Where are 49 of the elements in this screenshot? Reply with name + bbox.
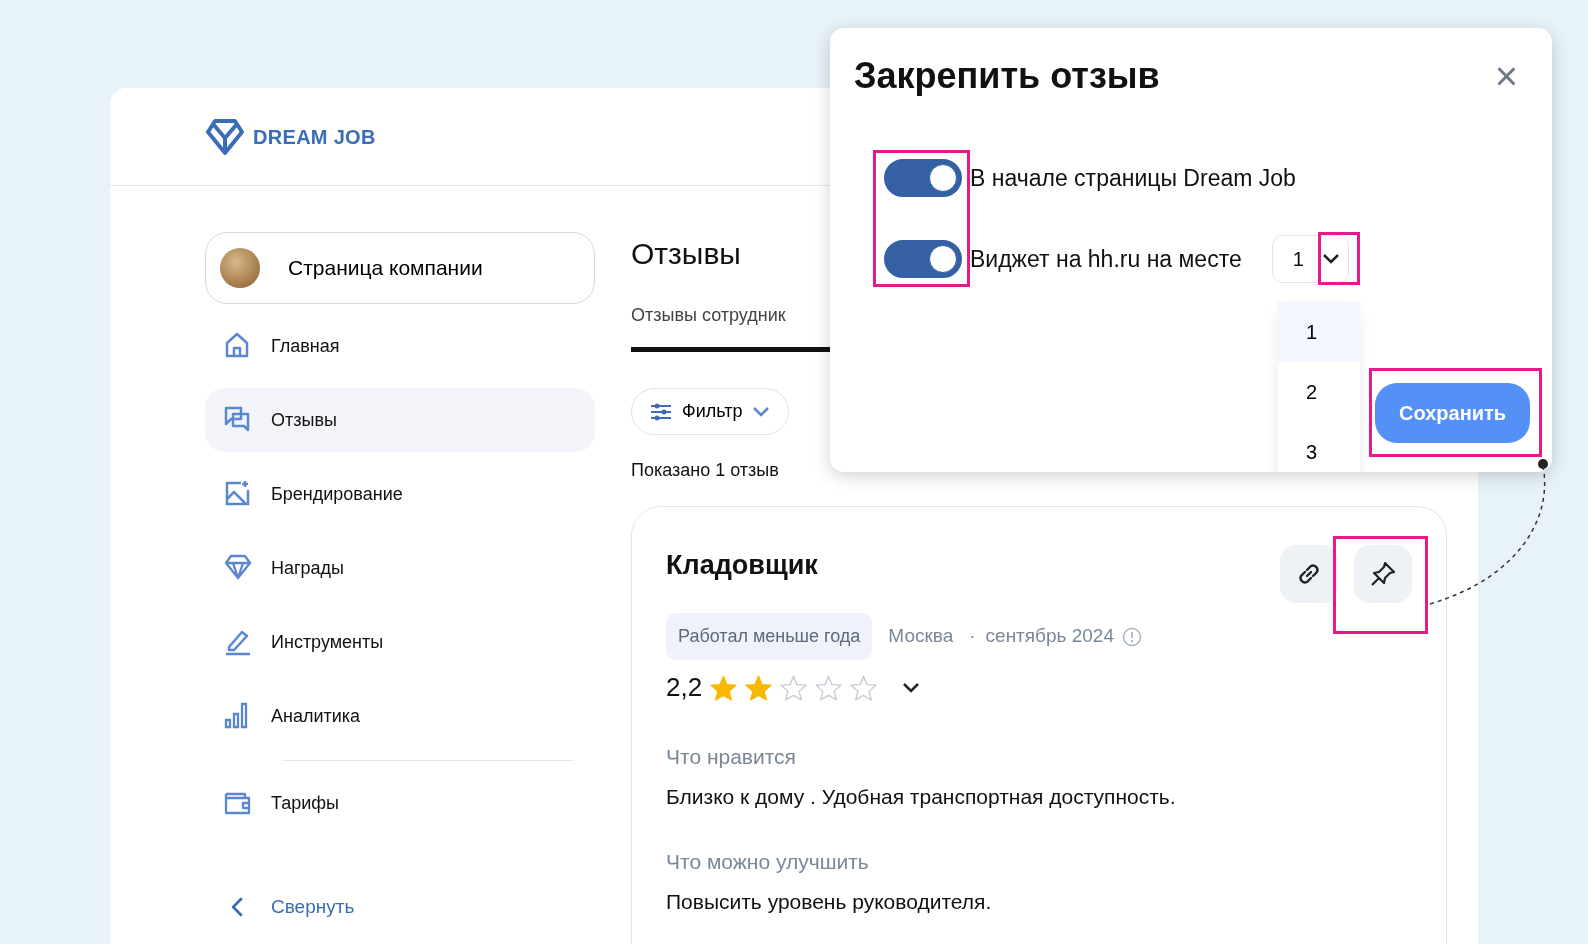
logo-icon	[205, 117, 245, 156]
info-icon	[1122, 626, 1142, 647]
filled-star-icon	[745, 674, 773, 701]
collapse-button[interactable]: Свернуть	[205, 875, 595, 939]
chevron-left-icon	[232, 897, 244, 917]
toggle-switch[interactable]	[884, 159, 962, 198]
close-button[interactable]: ×	[1484, 55, 1528, 96]
review-title: Кладовщик	[666, 549, 818, 582]
date-text: сентябрь 2024	[985, 624, 1114, 649]
company-avatar	[220, 248, 260, 288]
option-label: Виджет на hh.ru на месте	[970, 244, 1242, 274]
page-title: Отзывы	[631, 236, 741, 272]
sidebar-item[interactable]: Инструменты	[205, 610, 595, 674]
section-heading: Что можно улучшить	[666, 849, 870, 875]
chevron-down-icon	[901, 680, 922, 695]
chevron-down-icon	[752, 405, 771, 418]
dropdown-option[interactable]: 2	[1278, 362, 1360, 422]
section-heading: Что нравится	[666, 744, 797, 770]
company-page-button[interactable]: Страница компании	[205, 232, 595, 304]
sidebar-item[interactable]: Отзывы	[205, 388, 595, 452]
sidebar-item[interactable]: Награды	[205, 536, 595, 600]
city-text: Москва	[888, 624, 954, 649]
empty-star-icon	[815, 674, 843, 701]
copy-link-button[interactable]	[1280, 545, 1338, 603]
dialog-title: Закрепить отзыв	[854, 54, 1160, 98]
filled-star-icon	[710, 674, 738, 701]
toggle-switch[interactable]	[884, 240, 962, 279]
position-select[interactable]: 1	[1271, 235, 1349, 284]
option-label: В начале страницы Dream Job	[970, 163, 1296, 193]
empty-star-icon	[780, 674, 808, 701]
highlight-frame	[1318, 232, 1360, 285]
review-count: Показано 1 отзыв	[631, 459, 780, 482]
dropdown-option[interactable]: 3	[1278, 422, 1360, 472]
sidebar-item[interactable]: Аналитика	[205, 684, 595, 748]
sidebar-item[interactable]: Главная	[205, 314, 595, 378]
tenure-tag: Работал меньше года	[666, 613, 873, 660]
empty-star-icon	[850, 674, 878, 701]
section-text: Близко к дому . Удобная транспортная доступность.	[666, 783, 1177, 810]
filter-button[interactable]: Фильтр	[631, 388, 790, 435]
sliders-icon	[650, 401, 672, 422]
chevron-down-icon	[1321, 253, 1340, 266]
logo-text: DREAM JOB	[253, 124, 376, 150]
sidebar-item[interactable]: Брендирование	[205, 462, 595, 526]
rating-value: 2,2	[666, 671, 703, 704]
section-text: Повысить уровень руководителя.	[666, 888, 993, 915]
dropdown-option[interactable]: 1	[1278, 302, 1360, 362]
separator-dot: ·	[969, 624, 976, 649]
sidebar-item[interactable]: Тарифы	[205, 771, 595, 835]
pin-button[interactable]	[1354, 545, 1412, 603]
